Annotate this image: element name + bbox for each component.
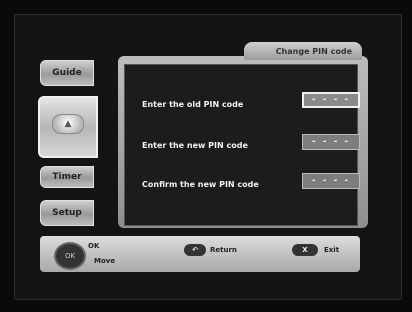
ok-hint: OK: [88, 242, 100, 250]
new-pin-field[interactable]: - - - -: [302, 134, 360, 150]
sidebar-item-label: Timer: [52, 172, 82, 182]
sidebar-item-guide[interactable]: Guide: [40, 60, 94, 86]
return-key-icon: ↶: [184, 244, 206, 256]
confirm-pin-label: Confirm the new PIN code: [142, 180, 259, 189]
menu-icon: ▲: [52, 114, 84, 134]
sidebar-item-setup[interactable]: Setup: [40, 200, 94, 226]
sidebar-item-label: Guide: [52, 68, 82, 78]
new-pin-label: Enter the new PIN code: [142, 141, 248, 150]
old-pin-label: Enter the old PIN code: [142, 100, 244, 109]
return-hint: Return: [210, 246, 237, 254]
exit-hint: Exit: [324, 246, 340, 254]
exit-key-icon: X: [292, 244, 318, 256]
confirm-pin-field[interactable]: - - - -: [302, 173, 360, 189]
dialog-title: Change PIN code: [244, 42, 362, 60]
move-hint: Move: [94, 257, 116, 265]
sidebar-item-active[interactable]: ▲: [38, 96, 98, 158]
dpad-icon: OK: [54, 242, 86, 270]
sidebar-item-timer[interactable]: Timer: [40, 166, 94, 188]
sidebar-item-label: Setup: [52, 208, 82, 218]
old-pin-field[interactable]: - - - -: [302, 92, 360, 108]
